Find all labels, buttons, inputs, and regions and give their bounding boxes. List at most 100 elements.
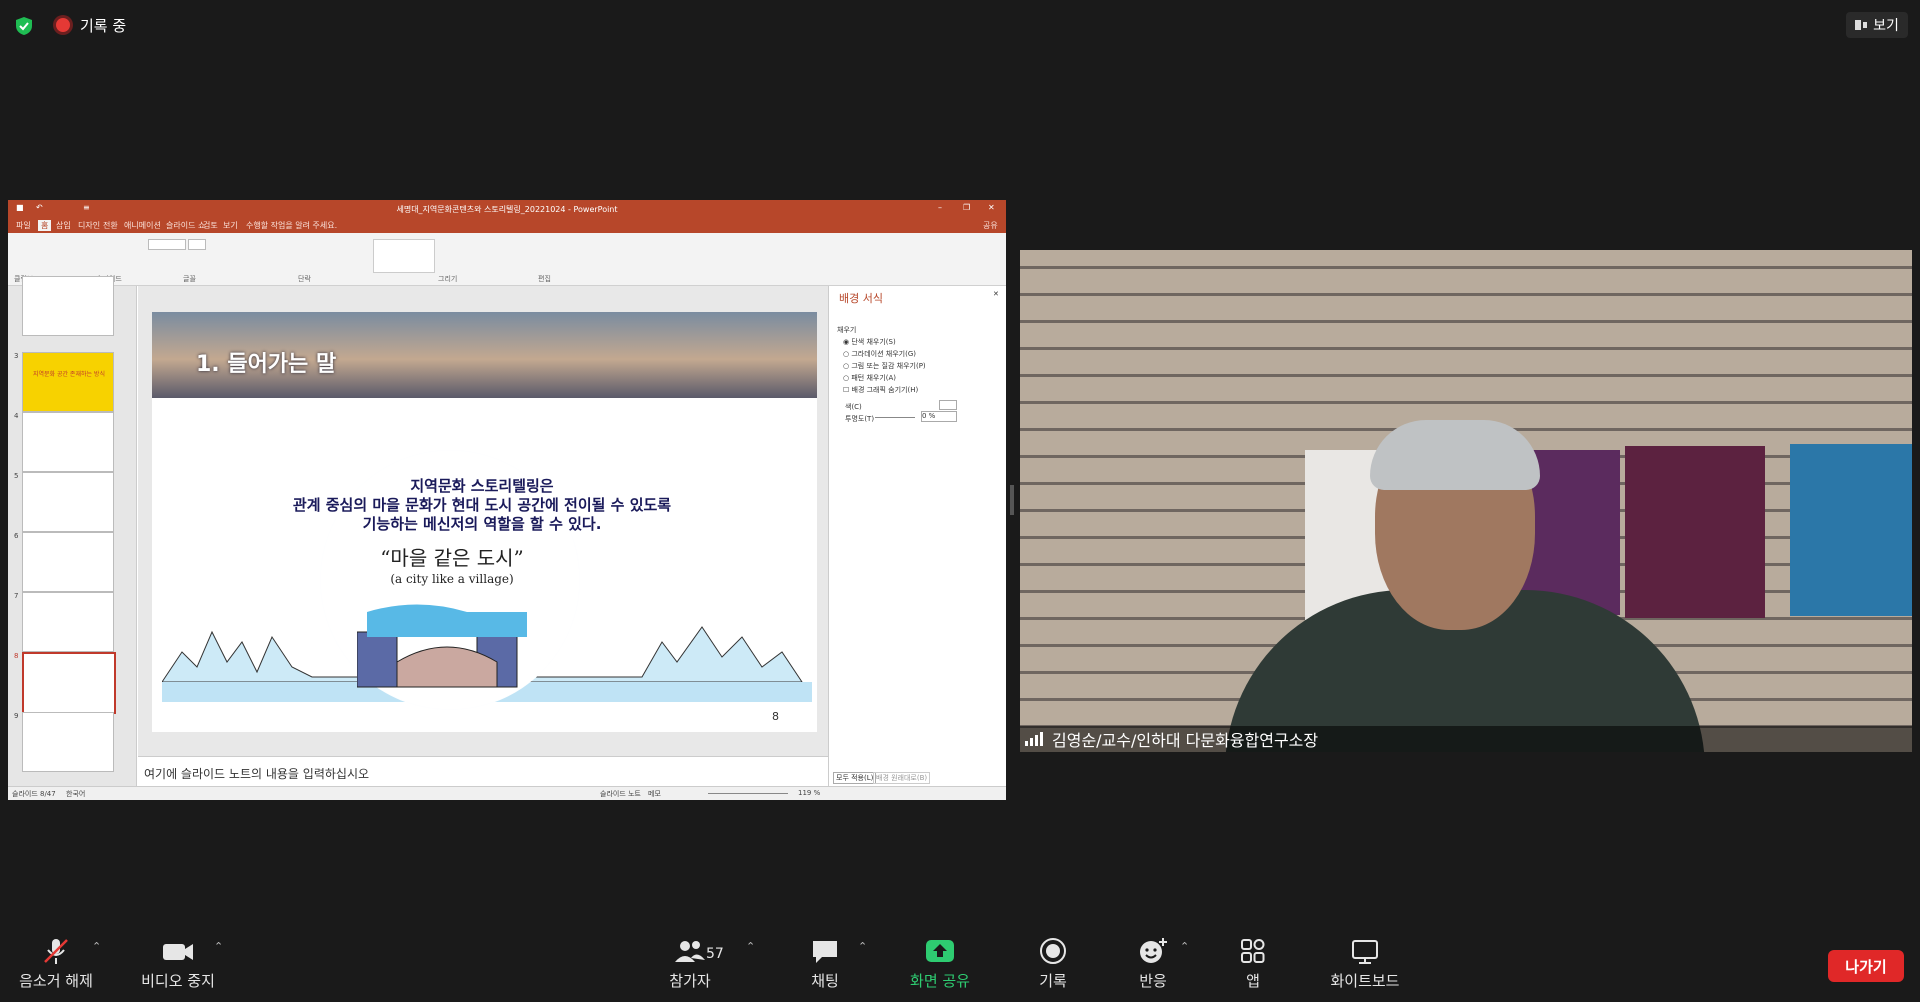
- whiteboard-icon: [1352, 940, 1378, 964]
- fill-option-label: 그라데이션 채우기(G): [851, 350, 916, 358]
- share-ribbon-button[interactable]: 공유: [983, 220, 998, 231]
- chat-options-chevron-icon[interactable]: ⌃: [858, 940, 867, 953]
- reactions-button[interactable]: 반응: [1130, 936, 1176, 991]
- leave-meeting-button[interactable]: 나가기: [1828, 950, 1904, 982]
- reactions-options-chevron-icon[interactable]: ⌃: [1180, 940, 1189, 953]
- slide-thumbnail[interactable]: [22, 532, 114, 592]
- stop-video-label: 비디오 중지: [141, 972, 215, 990]
- tab-design[interactable]: 디자인: [78, 220, 100, 231]
- ribbon-group-drawing: 그리기: [438, 275, 458, 283]
- comments-toggle[interactable]: 메모: [648, 789, 661, 799]
- powerpoint-titlebar: ■ ↶ ≡ 세명대_지역문화콘텐츠와 스토리텔링_20221024 - Powe…: [8, 200, 1006, 218]
- fill-option-gradient[interactable]: ○ 그라데이션 채우기(G): [843, 349, 916, 359]
- tab-animations[interactable]: 애니메이션: [124, 220, 161, 231]
- thumbnail-number: 8: [14, 652, 19, 660]
- thumbnail-number: 5: [14, 472, 19, 480]
- apps-button[interactable]: 앱: [1230, 936, 1276, 991]
- slide-thumbnail[interactable]: 지역문화 공간 존재하는 방식: [22, 352, 114, 412]
- tab-home[interactable]: 홈: [38, 220, 52, 231]
- unmute-button[interactable]: 음소거 해제: [16, 936, 96, 991]
- whiteboard-button[interactable]: 화이트보드: [1320, 936, 1410, 991]
- fill-option-picture[interactable]: ○ 그림 또는 질감 채우기(P): [843, 361, 926, 371]
- apply-all-button[interactable]: 모두 적용(L): [833, 772, 877, 784]
- participants-options-chevron-icon[interactable]: ⌃: [746, 940, 755, 953]
- slide-thumbnail-selected[interactable]: [22, 652, 116, 714]
- minimize-icon[interactable]: –: [938, 203, 942, 212]
- slide-thumbnails-pane[interactable]: 3 지역문화 공간 존재하는 방식 4 5 6 7 8 9: [8, 276, 137, 786]
- participant-name-tag: 김영순/교수/인하대 다문화융합연구소장: [1020, 726, 1912, 752]
- transparency-input[interactable]: 0 %: [921, 411, 957, 422]
- participants-count: 57: [706, 946, 724, 962]
- tab-file[interactable]: 파일: [16, 220, 31, 231]
- record-label: 기록: [1039, 972, 1067, 990]
- language-indicator[interactable]: 한국어: [66, 789, 85, 799]
- thumbnail-number: 6: [14, 532, 19, 540]
- shared-screen[interactable]: ■ ↶ ≡ 세명대_지역문화콘텐츠와 스토리텔링_20221024 - Powe…: [8, 200, 1006, 800]
- close-icon[interactable]: ✕: [988, 203, 995, 212]
- slide-thumbnail[interactable]: [22, 592, 114, 652]
- record-button[interactable]: 기록: [1030, 936, 1076, 991]
- transparency-slider[interactable]: [875, 417, 915, 418]
- view-layout-icon: [1855, 20, 1868, 30]
- recording-label: 기록 중: [80, 17, 127, 35]
- reset-background-button[interactable]: 배경 원래대로(B): [873, 772, 931, 784]
- window-title: 세명대_지역문화콘텐츠와 스토리텔링_20221024 - PowerPoint: [396, 205, 618, 214]
- tab-review[interactable]: 검토: [203, 220, 218, 231]
- split-resize-handle[interactable]: [1010, 485, 1014, 515]
- reactions-label: 반응: [1139, 972, 1167, 990]
- audio-options-chevron-icon[interactable]: ⌃: [92, 940, 101, 953]
- village-illustration: [357, 604, 527, 688]
- tab-insert[interactable]: 삽입: [56, 220, 71, 231]
- shapes-gallery[interactable]: [373, 239, 435, 273]
- participant-video[interactable]: 김영순/교수/인하대 다문화융합연구소장: [1020, 250, 1912, 752]
- slide-notes-pane[interactable]: 여기에 슬라이드 노트의 내용을 입력하십시오: [138, 756, 828, 787]
- hide-background-checkbox[interactable]: ☐ 배경 그래픽 숨기기(H): [843, 385, 918, 395]
- tell-me-search[interactable]: 수행할 작업을 알려 주세요.: [246, 220, 337, 231]
- recording-indicator-icon: [56, 18, 70, 32]
- tab-slideshow[interactable]: 슬라이드 쇼: [166, 220, 205, 231]
- fill-option-label: 그림 또는 질감 채우기(P): [851, 362, 926, 370]
- top-bar: 기록 중 보기: [0, 0, 1920, 50]
- wall-canvas-blue: [1790, 444, 1912, 616]
- participant-name: 김영순/교수/인하대 다문화융합연구소장: [1052, 731, 1319, 750]
- current-slide[interactable]: 1. 들어가는 말 지역문화 스토리텔링은 관계 중심의 마을 문화가 현대 도…: [152, 312, 817, 732]
- meeting-toolbar: 음소거 해제 ⌃ 비디오 중지 ⌃ 참가자 57 ⌃ 채팅 ⌃ 화면 공유 기록: [0, 930, 1920, 1002]
- font-size-box[interactable]: [188, 239, 206, 250]
- close-pane-icon[interactable]: ✕: [993, 290, 999, 298]
- participants-button[interactable]: 참가자: [660, 936, 720, 991]
- tab-transitions[interactable]: 전환: [103, 220, 118, 231]
- thumbnail-number: 3: [14, 352, 19, 360]
- view-button-label: 보기: [1873, 18, 1899, 34]
- view-button[interactable]: 보기: [1846, 12, 1908, 38]
- fill-option-solid[interactable]: ◉ 단색 채우기(S): [843, 337, 896, 347]
- thumbnail-number: 4: [14, 412, 19, 420]
- fill-section-label[interactable]: 채우기: [837, 325, 856, 335]
- slide-counter: 슬라이드 8/47: [12, 790, 56, 798]
- stop-video-button[interactable]: 비디오 중지: [133, 936, 223, 991]
- color-picker[interactable]: [939, 400, 957, 410]
- tab-view[interactable]: 보기: [223, 220, 238, 231]
- fill-option-pattern[interactable]: ○ 패턴 채우기(A): [843, 373, 896, 383]
- smiley-add-icon: [1140, 938, 1167, 963]
- share-screen-button[interactable]: 화면 공유: [900, 936, 980, 991]
- zoom-level[interactable]: 119 %: [798, 789, 820, 797]
- chat-button[interactable]: 채팅: [800, 936, 850, 991]
- video-options-chevron-icon[interactable]: ⌃: [214, 940, 223, 953]
- font-name-box[interactable]: [148, 239, 186, 250]
- share-screen-label: 화면 공유: [910, 972, 970, 990]
- whiteboard-label: 화이트보드: [1330, 972, 1400, 990]
- record-icon: [1040, 938, 1066, 964]
- apps-label: 앱: [1246, 972, 1260, 990]
- slide-heading: 1. 들어가는 말: [196, 352, 337, 377]
- slide-thumbnail[interactable]: [22, 276, 114, 336]
- slide-thumbnail[interactable]: [22, 412, 114, 472]
- security-shield-icon[interactable]: [14, 16, 34, 36]
- zoom-slider[interactable]: [708, 793, 788, 794]
- ribbon-group-paragraph: 단락: [298, 275, 311, 283]
- video-camera-icon: [163, 944, 193, 960]
- notes-toggle[interactable]: 슬라이드 노트: [600, 789, 641, 799]
- muted-microphone-icon: [44, 939, 68, 964]
- slide-thumbnail[interactable]: [22, 472, 114, 532]
- restore-icon[interactable]: ❐: [963, 203, 970, 212]
- slide-thumbnail[interactable]: [22, 712, 114, 772]
